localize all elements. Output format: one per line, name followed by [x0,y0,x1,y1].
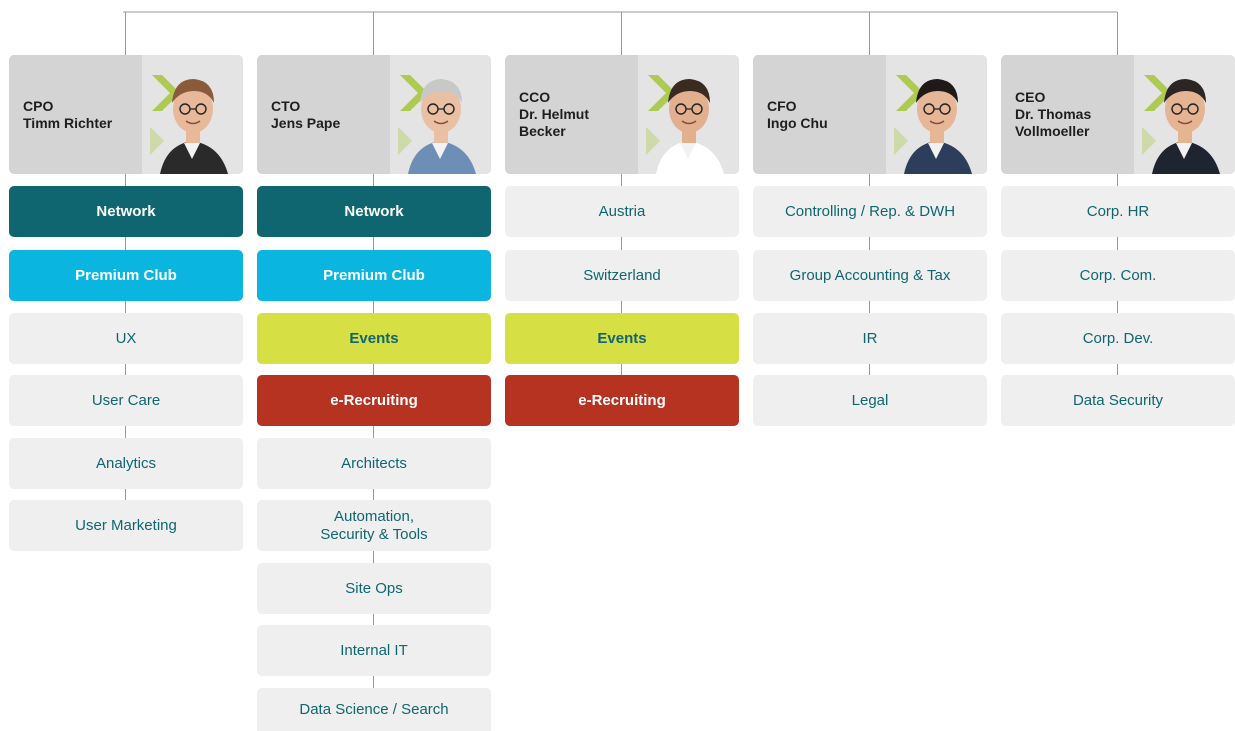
executive-name: Dr. Helmut [519,106,590,122]
executive-role: CPO [23,97,54,114]
org-column-cco: CCO Dr. Helmut Becker Austria Switzerland Ev… [505,0,739,731]
department-box: Corp. HR [1001,186,1235,237]
executive-role: CTO [271,97,301,114]
department-box: Automation, Security & Tools [257,500,491,551]
portrait-photo [886,55,987,174]
department-box: Events [257,313,491,364]
department-box: Corp. Dev. [1001,313,1235,364]
department-box: e-Recruiting [257,375,491,426]
executive-card: CCO Dr. Helmut Becker [505,55,739,174]
executive-name: Jens Pape [271,114,341,131]
executive-label: CPO Timm Richter [23,55,143,174]
org-column-ceo: CEO Dr. Thomas Vollmoeller Corp. HR Corp. C… [1001,0,1235,731]
portrait-photo [390,55,491,174]
executive-label: CCO Dr. Helmut Becker [519,55,639,174]
department-box: Premium Club [257,250,491,301]
department-box: Analytics [9,438,243,489]
portrait-photo [638,55,739,174]
org-column-cpo: CPO Timm Richter Network Premium Club UX Use… [9,0,243,731]
department-box: Controlling / Rep. & DWH [753,186,987,237]
department-box: Data Security [1001,375,1235,426]
org-column-cfo: CFO Ingo Chu Controlling / Rep. & DWH Grou… [753,0,987,731]
department-box: Internal IT [257,625,491,676]
department-box: Group Accounting & Tax [753,250,987,301]
executive-label: CEO Dr. Thomas Vollmoeller [1015,55,1135,174]
executive-card: CFO Ingo Chu [753,55,987,174]
department-box: Switzerland [505,250,739,301]
department-box: e-Recruiting [505,375,739,426]
department-box: User Marketing [9,500,243,551]
executive-label: CFO Ingo Chu [767,55,887,174]
department-box: Site Ops [257,563,491,614]
department-box: Premium Club [9,250,243,301]
department-box: Data Science / Search [257,688,491,731]
department-box: Events [505,313,739,364]
portrait-photo [1134,55,1235,174]
executive-name: Dr. Thomas [1015,106,1092,122]
executive-role: CCO [519,89,551,105]
executive-card: CPO Timm Richter [9,55,243,174]
executive-role: CFO [767,97,797,114]
department-box: UX [9,313,243,364]
department-box: Network [9,186,243,237]
executive-name: Timm Richter [23,114,113,131]
org-chart: CPO Timm Richter Network Premium Club UX Use… [0,0,1235,731]
executive-card: CEO Dr. Thomas Vollmoeller [1001,55,1235,174]
department-box: Network [257,186,491,237]
executive-card: CTO Jens Pape [257,55,491,174]
department-box: Legal [753,375,987,426]
executive-label: CTO Jens Pape [271,55,391,174]
department-box: IR [753,313,987,364]
executive-name: Ingo Chu [767,114,828,131]
department-box: User Care [9,375,243,426]
executive-name: Vollmoeller [1015,123,1090,139]
executive-role: CEO [1015,89,1046,105]
department-box: Corp. Com. [1001,250,1235,301]
portrait-photo [142,55,243,174]
org-column-cto: CTO Jens Pape Network Premium Club Events e-… [257,0,491,731]
executive-name: Becker [519,123,566,139]
department-box: Austria [505,186,739,237]
department-box: Architects [257,438,491,489]
